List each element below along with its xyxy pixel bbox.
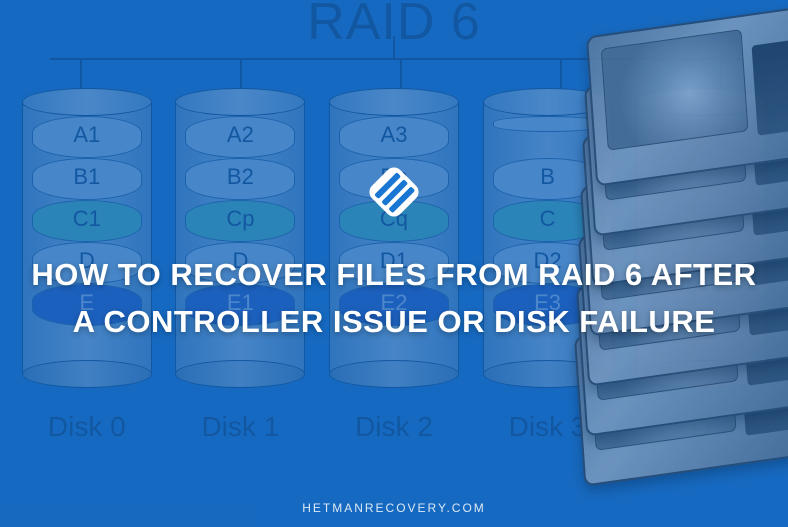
site-watermark: HETMANRECOVERY.COM xyxy=(0,501,788,515)
hetman-logo-icon xyxy=(364,162,424,222)
thumbnail-card: RAID 6 A1 B1 C1 D E Disk 0 xyxy=(0,0,788,527)
article-headline: HOW TO RECOVER FILES FROM RAID 6 AFTER A… xyxy=(30,252,758,345)
foreground-content: HOW TO RECOVER FILES FROM RAID 6 AFTER A… xyxy=(0,0,788,527)
